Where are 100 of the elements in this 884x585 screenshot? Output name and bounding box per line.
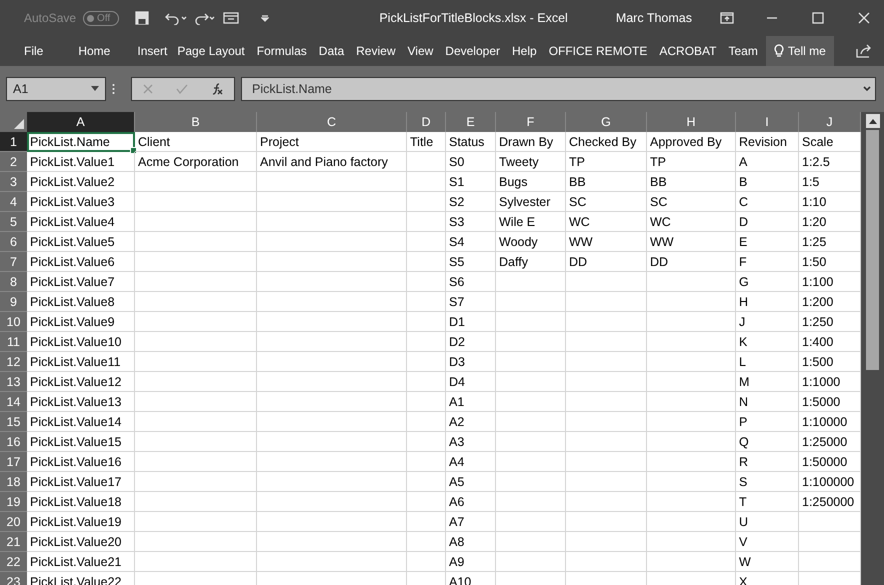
table-cell: PickList.Value8 <box>27 292 135 312</box>
row-header[interactable]: 7 <box>0 252 27 272</box>
row-header[interactable]: 16 <box>0 432 27 452</box>
table-cell <box>496 472 566 492</box>
table-cell <box>496 352 566 372</box>
ribbon-tab[interactable]: OFFICE REMOTE <box>542 36 654 66</box>
table-cell: PickList.Value9 <box>27 312 135 332</box>
table-cell: PickList.Value4 <box>27 212 135 232</box>
table-cell <box>496 332 566 352</box>
table-cell <box>407 372 446 392</box>
table-cell <box>496 372 566 392</box>
table-cell <box>496 532 566 552</box>
row-header[interactable]: 9 <box>0 292 27 312</box>
ribbon-tab[interactable]: Page Layout <box>171 36 251 66</box>
row-header[interactable]: 15 <box>0 412 27 432</box>
table-cell: E <box>736 232 799 252</box>
table-cell: WW <box>566 232 647 252</box>
table-cell: Acme Corporation <box>135 152 257 172</box>
table-cell <box>407 392 446 412</box>
row-header[interactable]: 22 <box>0 552 27 572</box>
ribbon-tab[interactable]: Insert <box>133 36 172 66</box>
table-cell: W <box>736 552 799 572</box>
table-cell: D2 <box>446 332 496 352</box>
table-cell <box>496 412 566 432</box>
row-header[interactable]: 2 <box>0 152 27 172</box>
user-name: Marc Thomas <box>616 11 692 25</box>
ribbon-tab[interactable]: Formulas <box>250 36 313 66</box>
table-cell <box>407 312 446 332</box>
table-cell <box>496 312 566 332</box>
table-cell: PickList.Value6 <box>27 252 135 272</box>
table-cell: Status <box>446 132 496 152</box>
table-cell <box>407 292 446 312</box>
lightbulb-icon <box>774 44 784 58</box>
table-cell: PickList.Value3 <box>27 192 135 212</box>
table-cell: L <box>736 352 799 372</box>
ribbon-tab[interactable]: Home <box>55 36 134 66</box>
table-cell: A4 <box>446 452 496 472</box>
up-arrow-icon <box>868 118 876 124</box>
table-cell: D1 <box>446 312 496 332</box>
name-box[interactable]: A1 <box>6 77 106 101</box>
ribbon-tab[interactable]: Review <box>350 36 402 66</box>
row-header[interactable]: 10 <box>0 312 27 332</box>
row-header[interactable]: 20 <box>0 512 27 532</box>
row-header[interactable]: 8 <box>0 272 27 292</box>
table-cell: Daffy <box>496 252 566 272</box>
table-cell: PickList.Value21 <box>27 552 135 572</box>
table-cell: Anvil and Piano factory <box>257 152 407 172</box>
table-cell <box>496 452 566 472</box>
table-cell <box>496 512 566 532</box>
table-cell <box>496 492 566 512</box>
row-header[interactable]: 4 <box>0 192 27 212</box>
scrollbar-thumb[interactable] <box>866 130 879 370</box>
table-cell: V <box>736 532 799 552</box>
table-cell: Drawn By <box>496 132 566 152</box>
table-cell: B <box>736 172 799 192</box>
ribbon-tab[interactable]: File <box>12 36 56 66</box>
scroll-up-button[interactable] <box>866 114 880 128</box>
row-header[interactable]: 1 <box>0 132 27 152</box>
tell-me-button[interactable]: Tell me <box>766 36 834 66</box>
row-header[interactable]: 14 <box>0 392 27 412</box>
row-header[interactable]: 5 <box>0 212 27 232</box>
row-header[interactable]: 3 <box>0 172 27 192</box>
row-header[interactable]: 17 <box>0 452 27 472</box>
table-cell: C <box>736 192 799 212</box>
autosave-label: AutoSave <box>24 11 76 25</box>
row-header[interactable]: 21 <box>0 532 27 552</box>
more-options-icon <box>112 83 115 95</box>
table-cell: DD <box>647 252 736 272</box>
table-cell: BB <box>566 172 647 192</box>
table-cell: Approved By <box>647 132 736 152</box>
table-cell: S0 <box>446 152 496 172</box>
table-cell: P <box>736 412 799 432</box>
autosave-toggle[interactable]: Off <box>83 10 120 26</box>
formula-field[interactable]: PickList.Name <box>241 77 876 101</box>
row-header[interactable]: 13 <box>0 372 27 392</box>
row-header[interactable]: 12 <box>0 352 27 372</box>
table-cell: G <box>736 272 799 292</box>
table-cell: A6 <box>446 492 496 512</box>
table-cell <box>496 272 566 292</box>
ribbon-tab[interactable]: Data <box>312 36 350 66</box>
table-cell: PickList.Value10 <box>27 332 135 352</box>
row-header[interactable]: 18 <box>0 472 27 492</box>
table-cell: T <box>736 492 799 512</box>
ribbon-tab[interactable]: Team <box>722 36 764 66</box>
table-cell: N <box>736 392 799 412</box>
ribbon-tab[interactable]: Developer <box>439 36 506 66</box>
table-cell: WW <box>647 232 736 252</box>
table-cell <box>407 432 446 452</box>
row-header[interactable]: 19 <box>0 492 27 512</box>
column-header[interactable]: A <box>27 112 135 132</box>
ribbon-tab[interactable]: View <box>402 36 440 66</box>
ribbon-tab[interactable]: Help <box>506 36 543 66</box>
table-cell: SC <box>566 192 647 212</box>
table-cell: A1 <box>446 392 496 412</box>
row-header[interactable]: 11 <box>0 332 27 352</box>
triangle-icon <box>14 119 24 129</box>
row-header[interactable]: 6 <box>0 232 27 252</box>
table-cell: PickList.Name <box>27 132 135 152</box>
table-cell <box>407 452 446 472</box>
ribbon-tab[interactable]: ACROBAT <box>653 36 722 66</box>
